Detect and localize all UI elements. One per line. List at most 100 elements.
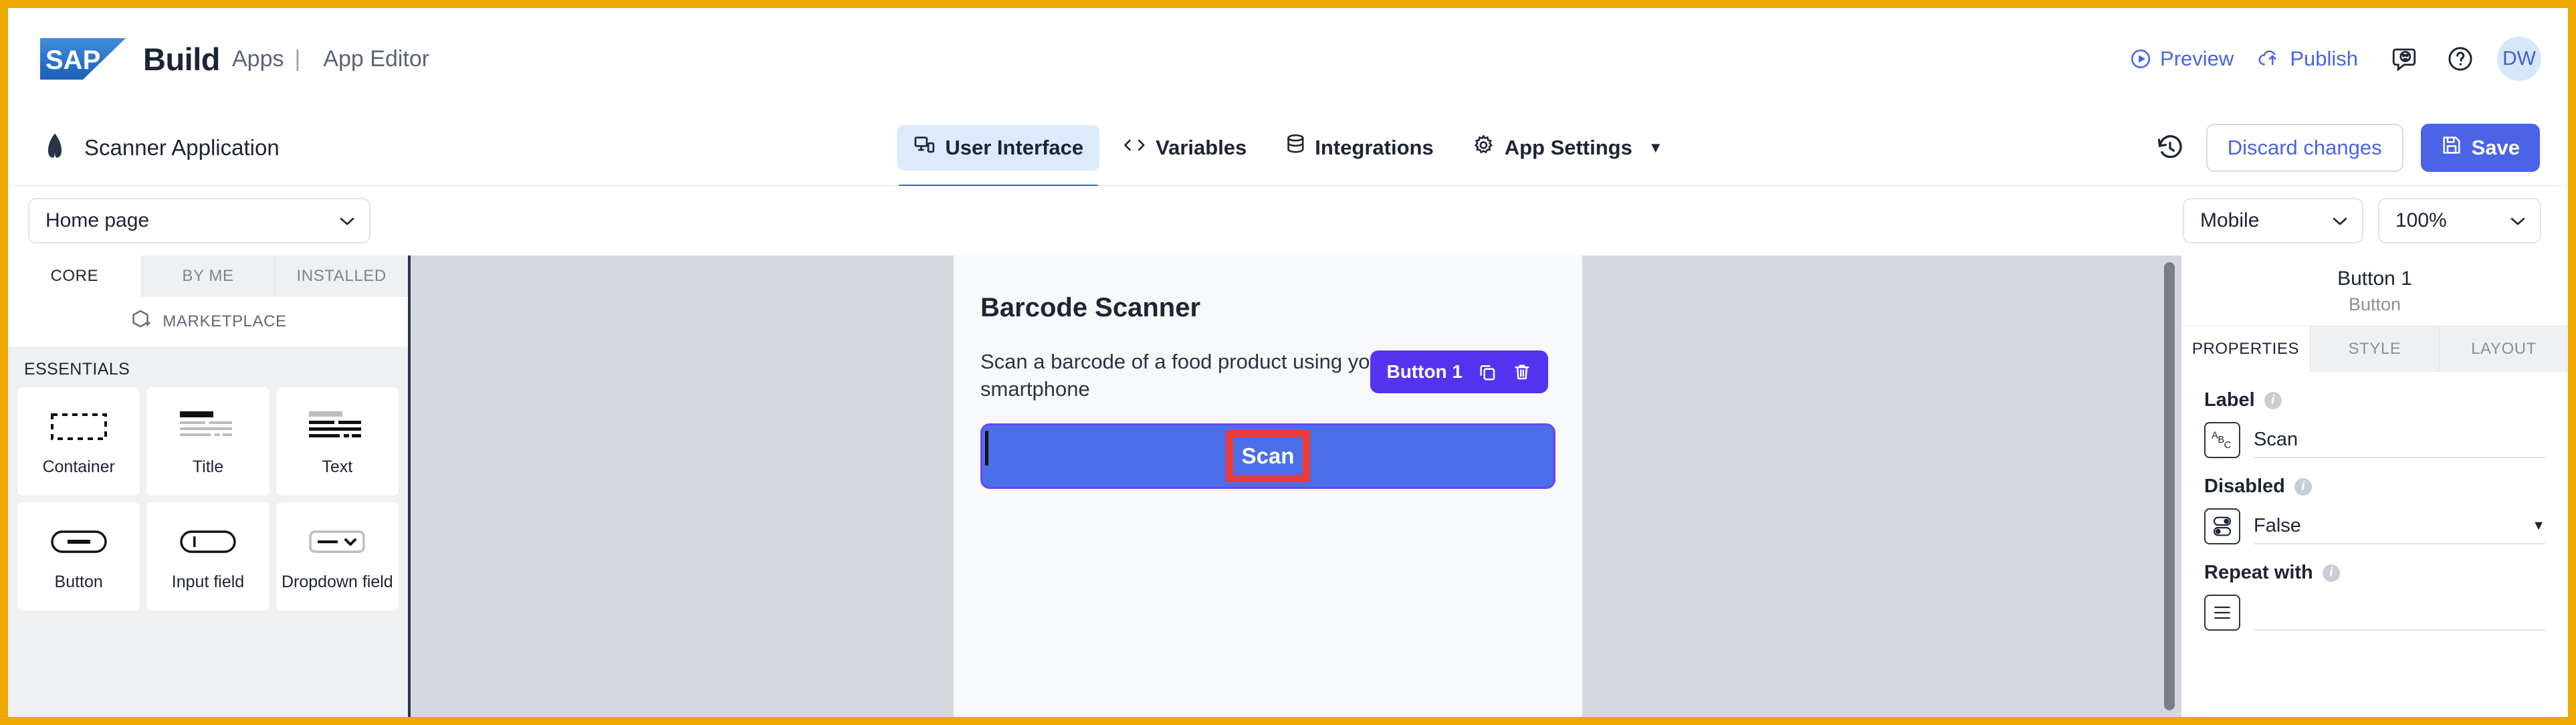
property-label-repeat-with: Repeat with i <box>2204 562 2545 584</box>
chevron-down-icon <box>2331 209 2349 232</box>
device-select[interactable]: Mobile <box>2183 198 2363 243</box>
palette-item-container[interactable]: Container <box>17 387 140 496</box>
toggle-boolean-icon[interactable] <box>2204 508 2240 544</box>
tab-app-settings-label: App Settings <box>1504 135 1632 159</box>
device-preview-frame[interactable]: Barcode Scanner Scan a barcode of a food… <box>954 255 1582 717</box>
property-name: Repeat with <box>2204 562 2313 583</box>
palette-tab-core[interactable]: CORE <box>8 255 142 297</box>
zoom-select-value: 100% <box>2395 209 2447 231</box>
list-icon[interactable] <box>2204 595 2240 631</box>
tab-properties[interactable]: PROPERTIES <box>2181 326 2311 372</box>
sap-logo: SAP <box>40 38 126 80</box>
canvas-scan-button[interactable]: Scan Button 1 <box>980 350 1555 489</box>
breadcrumb-apps[interactable]: Apps <box>232 46 284 72</box>
top-header-bar: SAP Build Apps | App Editor Preview Publ… <box>8 8 2568 110</box>
device-zoom-group: Mobile 100% <box>2183 198 2568 243</box>
palette-item-title[interactable]: Title <box>146 387 270 496</box>
property-row-repeat-with <box>2204 595 2545 631</box>
palette-item-label: Title <box>192 457 224 476</box>
marketplace-label: MARKETPLACE <box>163 312 287 330</box>
properties-tabs: PROPERTIES STYLE LAYOUT <box>2181 326 2568 372</box>
button-pill-icon <box>50 522 108 562</box>
app-logo-icon <box>40 131 70 164</box>
feedback-smiley-icon[interactable] <box>2382 37 2426 81</box>
marketplace-cube-icon <box>129 308 152 336</box>
title-lines-icon <box>179 407 237 447</box>
save-button-label: Save <box>2471 135 2520 159</box>
duplicate-icon[interactable] <box>1477 362 1497 382</box>
app-name: Scanner Application <box>84 134 280 160</box>
tab-layout[interactable]: LAYOUT <box>2440 326 2568 372</box>
svg-text:SAP: SAP <box>45 45 100 75</box>
palette-tab-installed[interactable]: INSTALLED <box>275 255 408 297</box>
palette-tab-by-me[interactable]: BY ME <box>142 255 276 297</box>
canvas-area[interactable]: Barcode Scanner Scan a barcode of a food… <box>411 255 2181 717</box>
brand-name: Build <box>143 41 220 77</box>
info-icon[interactable]: i <box>2294 478 2312 496</box>
palette-item-input-field[interactable]: Input field <box>146 502 270 611</box>
main-area: CORE BY ME INSTALLED MARKETPLACE ESSENTI… <box>8 255 2568 717</box>
palette-item-label: Text <box>322 457 353 476</box>
preview-button[interactable]: Preview <box>2117 40 2246 78</box>
palette-grid: Container Title Text Button Input field … <box>8 387 408 717</box>
palette-item-label: Input field <box>171 573 245 591</box>
palette-item-text[interactable]: Text <box>276 387 399 496</box>
code-brackets-icon <box>1122 134 1146 161</box>
property-label-disabled: Disabled i <box>2204 476 2545 498</box>
property-value-repeat-with[interactable] <box>2254 595 2545 631</box>
palette-section-essentials: ESSENTIALS <box>24 360 130 379</box>
info-icon[interactable]: i <box>2322 564 2340 582</box>
page-select[interactable]: Home page <box>28 198 370 243</box>
marketplace-button[interactable]: MARKETPLACE <box>8 297 408 346</box>
selection-badge[interactable]: Button 1 <box>1370 350 1548 393</box>
help-question-icon[interactable] <box>2438 37 2482 81</box>
property-value-label[interactable]: Scan <box>2254 422 2545 458</box>
tab-user-interface-label: User Interface <box>945 135 1084 159</box>
save-button[interactable]: Save <box>2420 123 2540 172</box>
chevron-down-icon <box>338 209 356 232</box>
tab-integrations-label: Integrations <box>1315 135 1434 159</box>
canvas-scrollbar[interactable] <box>2164 262 2175 710</box>
dropdown-field-icon <box>308 522 366 562</box>
palette-item-label: Container <box>42 457 115 476</box>
tab-app-settings[interactable]: App Settings ▼ <box>1457 125 1679 171</box>
breadcrumb-app-editor[interactable]: App Editor <box>323 46 429 72</box>
publish-button[interactable]: Publish <box>2246 40 2370 78</box>
abc-text-icon[interactable]: A B C <box>2204 422 2240 458</box>
property-row-label: A B C Scan <box>2204 422 2545 458</box>
property-value-text: Scan <box>2254 428 2298 450</box>
tab-user-interface[interactable]: User Interface <box>897 124 1100 188</box>
tab-integrations[interactable]: Integrations <box>1269 125 1449 171</box>
palette-item-dropdown-field[interactable]: Dropdown field <box>276 502 399 611</box>
history-clock-icon[interactable] <box>2151 129 2189 167</box>
discard-changes-button[interactable]: Discard changes <box>2206 123 2403 172</box>
floppy-disk-icon <box>2441 134 2462 161</box>
cloud-upload-icon <box>2258 47 2282 70</box>
canvas-app-title[interactable]: Barcode Scanner <box>980 293 1555 323</box>
toolbar-actions: Discard changes Save <box>2151 123 2568 172</box>
tab-variables[interactable]: Variables <box>1106 126 1263 170</box>
selected-component-name: Button 1 <box>2337 268 2412 290</box>
avatar[interactable]: DW <box>2497 37 2541 81</box>
header-actions: Preview Publish DW <box>2117 37 2568 81</box>
tab-style[interactable]: STYLE <box>2311 326 2440 372</box>
editor-toolbar: Scanner Application User Interface Varia… <box>8 110 2568 188</box>
property-name: Label <box>2204 389 2255 411</box>
trash-icon[interactable] <box>1512 362 1532 382</box>
page-device-bar: Home page Mobile 100% <box>8 186 2568 255</box>
selection-badge-label: Button 1 <box>1386 360 1463 382</box>
container-dashed-icon <box>50 407 108 447</box>
app-identity: Scanner Application <box>40 131 280 164</box>
palette-item-label: Button <box>54 573 103 591</box>
property-value-disabled[interactable]: False ▼ <box>2254 508 2545 544</box>
palette-item-button[interactable]: Button <box>17 502 140 611</box>
svg-text:C: C <box>2224 440 2232 451</box>
input-field-icon <box>179 522 237 562</box>
user-interface-icon <box>913 134 936 162</box>
zoom-select[interactable]: 100% <box>2378 198 2541 243</box>
screenshot-frame: SAP Build Apps | App Editor Preview Publ… <box>0 0 2576 725</box>
canvas-scan-button-label: Scan <box>1241 443 1295 468</box>
preview-label: Preview <box>2160 47 2234 70</box>
publish-label: Publish <box>2290 47 2358 70</box>
info-icon[interactable]: i <box>2264 391 2282 409</box>
